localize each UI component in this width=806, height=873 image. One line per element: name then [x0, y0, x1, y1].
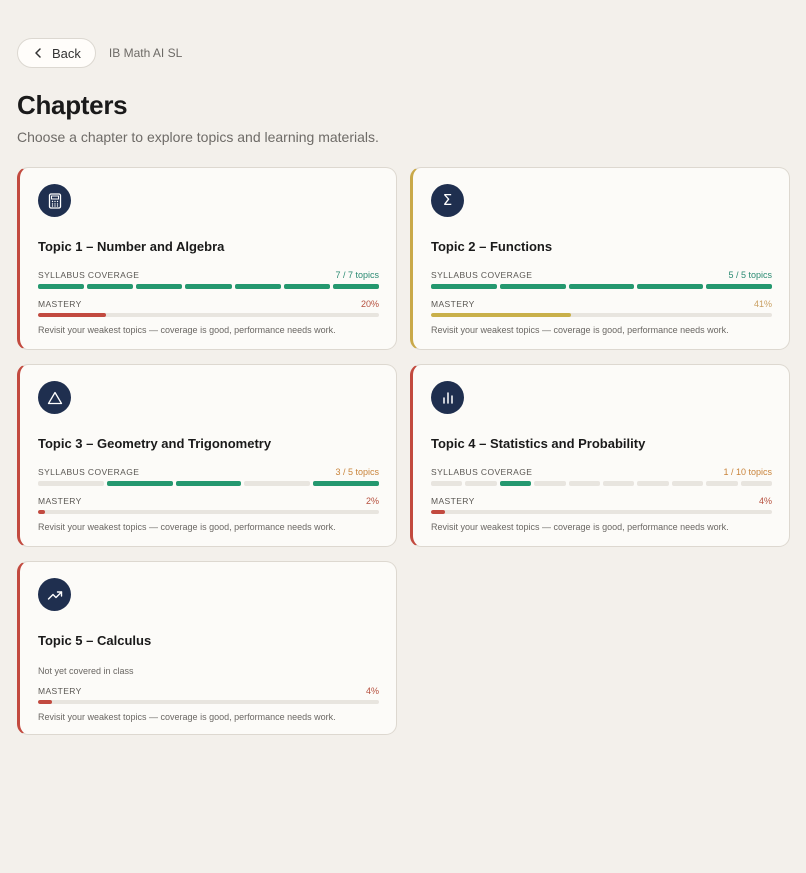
coverage-row: Syllabus coverage 1 / 10 topics	[431, 467, 772, 477]
coverage-value: 3 / 5 topics	[335, 467, 379, 477]
triangle-icon	[38, 381, 71, 414]
coverage-segments	[431, 284, 772, 289]
coverage-segment	[706, 481, 738, 486]
coverage-segment	[87, 284, 134, 289]
mastery-value: 4%	[365, 686, 379, 696]
coverage-segment	[431, 284, 497, 289]
coverage-row: Syllabus coverage 5 / 5 topics	[431, 270, 772, 280]
chapter-card-calculus[interactable]: Topic 5 – Calculus Not yet covered in cl…	[17, 561, 397, 735]
mastery-label: Mastery	[38, 686, 82, 696]
mastery-fill	[431, 510, 445, 514]
mastery-row: Mastery 20%	[38, 299, 379, 309]
chapter-note: Revisit your weakest topics — coverage i…	[38, 712, 336, 722]
coverage-status: Not yet covered in class	[38, 666, 134, 676]
mastery-row: Mastery 4%	[38, 686, 379, 696]
chapter-title: Topic 5 – Calculus	[38, 633, 152, 648]
mastery-value: 41%	[753, 299, 772, 309]
coverage-segment	[313, 481, 379, 486]
coverage-row: Syllabus coverage 3 / 5 topics	[38, 467, 379, 477]
coverage-row: Syllabus coverage 7 / 7 topics	[38, 270, 379, 280]
mastery-row: Mastery 4%	[431, 496, 772, 506]
coverage-segment	[234, 284, 281, 289]
chapter-note: Revisit your weakest topics — coverage i…	[38, 522, 336, 532]
coverage-segment	[431, 481, 463, 486]
coverage-segment	[185, 284, 232, 289]
chapter-title: Topic 1 – Number and Algebra	[38, 239, 225, 254]
coverage-segment	[175, 481, 242, 486]
mastery-value: 20%	[360, 299, 379, 309]
calculator-icon	[38, 184, 71, 217]
mastery-fill	[38, 700, 52, 704]
coverage-segment	[465, 481, 497, 486]
mastery-row: Mastery 41%	[431, 299, 772, 309]
chapter-title: Topic 2 – Functions	[431, 239, 553, 254]
chapter-card-functions[interactable]: Σ Topic 2 – Functions Syllabus coverage …	[410, 167, 790, 350]
chevron-left-icon	[34, 48, 42, 58]
page-subtitle: Choose a chapter to explore topics and l…	[17, 129, 379, 145]
coverage-value: 1 / 10 topics	[723, 467, 772, 477]
coverage-segment	[568, 481, 601, 486]
coverage-segment	[499, 481, 532, 486]
chapter-card-statistics-probability[interactable]: Topic 4 – Statistics and Probability Syl…	[410, 364, 790, 547]
chapter-card-number-algebra[interactable]: Topic 1 – Number and Algebra Syllabus co…	[17, 167, 397, 350]
mastery-label: Mastery	[38, 496, 82, 506]
coverage-value: 7 / 7 topics	[335, 270, 379, 280]
coverage-label: Syllabus coverage	[431, 467, 533, 477]
back-button-label: Back	[52, 45, 81, 61]
mastery-bar	[431, 510, 772, 514]
coverage-segment	[637, 481, 669, 486]
trending-up-icon	[38, 578, 71, 611]
coverage-segment	[740, 481, 773, 486]
chapter-title: Topic 3 – Geometry and Trigonometry	[38, 436, 272, 451]
mastery-label: Mastery	[38, 299, 82, 309]
breadcrumb: IB Math AI SL	[108, 46, 183, 60]
coverage-segment	[38, 284, 85, 289]
mastery-value: 4%	[758, 496, 772, 506]
chapter-note: Revisit your weakest topics — coverage i…	[38, 325, 336, 335]
bar-chart-icon	[431, 381, 464, 414]
mastery-value: 2%	[365, 496, 379, 506]
chapter-note: Revisit your weakest topics — coverage i…	[431, 522, 729, 532]
mastery-bar	[38, 510, 379, 514]
coverage-segment	[568, 284, 635, 289]
coverage-segment	[671, 481, 704, 486]
chapter-card-geometry-trigonometry[interactable]: Topic 3 – Geometry and Trigonometry Syll…	[17, 364, 397, 547]
mastery-label: Mastery	[431, 496, 475, 506]
mastery-bar	[38, 700, 379, 704]
chapter-title: Topic 4 – Statistics and Probability	[431, 436, 646, 451]
coverage-label: Syllabus coverage	[38, 270, 140, 280]
coverage-segments	[38, 481, 379, 486]
mastery-bar	[38, 313, 379, 317]
coverage-segment	[244, 481, 311, 486]
coverage-segment	[603, 481, 635, 486]
coverage-segments	[38, 284, 379, 289]
coverage-segment	[283, 284, 330, 289]
mastery-fill	[38, 510, 45, 514]
coverage-segment	[106, 481, 173, 486]
coverage-segment	[706, 284, 772, 289]
coverage-label: Syllabus coverage	[38, 467, 140, 477]
mastery-fill	[431, 313, 571, 317]
coverage-segment	[136, 284, 183, 289]
top-bar: Back IB Math AI SL	[17, 38, 182, 68]
mastery-fill	[38, 313, 107, 317]
coverage-segment	[499, 284, 566, 289]
coverage-segment	[637, 284, 704, 289]
coverage-segment	[38, 481, 104, 486]
coverage-segment	[534, 481, 566, 486]
coverage-label: Syllabus coverage	[431, 270, 533, 280]
mastery-label: Mastery	[431, 299, 475, 309]
coverage-segment	[332, 284, 379, 289]
mastery-bar	[431, 313, 772, 317]
mastery-row: Mastery 2%	[38, 496, 379, 506]
page-title: Chapters	[17, 90, 128, 120]
back-button[interactable]: Back	[17, 38, 96, 68]
sigma-icon: Σ	[431, 184, 464, 217]
coverage-segments	[431, 481, 773, 486]
coverage-value: 5 / 5 topics	[728, 270, 772, 280]
chapter-note: Revisit your weakest topics — coverage i…	[431, 325, 729, 335]
